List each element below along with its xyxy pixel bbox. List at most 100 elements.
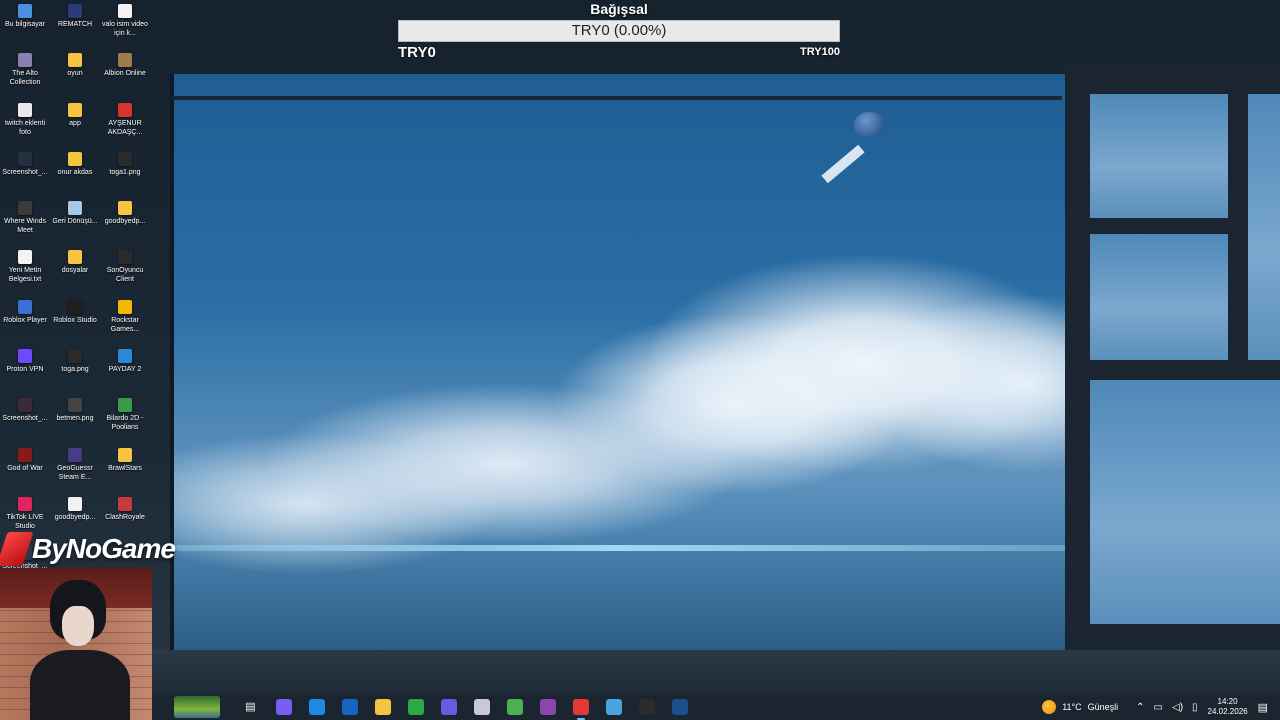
desktop-icon-label: toga.png	[61, 366, 89, 374]
game-icon	[118, 53, 132, 68]
desktop-icon-label: Roblox Studio	[53, 316, 97, 324]
desktop-icon[interactable]: BrawlStars	[100, 446, 150, 495]
taskbar-discord[interactable]	[440, 699, 457, 715]
desktop-icon[interactable]: toga1.png	[100, 150, 150, 199]
image-icon	[18, 151, 32, 166]
widgets-button[interactable]	[174, 696, 220, 718]
desktop-icon[interactable]: Roblox Studio	[50, 298, 100, 347]
desktop-icon[interactable]: goodbyedp...	[100, 199, 150, 248]
desktop-icon-label: Where Winds Meet	[3, 218, 46, 235]
desktop-icon[interactable]: Bilardo 2D - Poolians	[100, 396, 150, 445]
desktop-icon[interactable]: onur akdas	[50, 150, 100, 199]
desktop-icon[interactable]: Geri Dönüşü...	[50, 199, 100, 248]
desktop-icon[interactable]: The Alto Collection	[0, 51, 50, 100]
taskbar-bluestacks[interactable]	[605, 699, 622, 715]
desktop-icon[interactable]: GeoGuessr Steam E...	[50, 446, 100, 495]
game-icon	[118, 250, 132, 265]
taskbar-steam[interactable]	[671, 699, 688, 715]
weather-sun-icon[interactable]	[1042, 700, 1057, 714]
taskbar-copilot[interactable]	[275, 699, 292, 715]
desktop-icon[interactable]: Screenshot_...	[0, 150, 50, 199]
desktop-icon[interactable]: oyun	[50, 51, 100, 100]
wallpaper-sky	[170, 74, 1069, 650]
donation-max-label: TRY100	[800, 46, 840, 58]
taskbar-outlook[interactable]	[341, 699, 358, 715]
desktop-icon[interactable]: Where Winds Meet	[0, 199, 50, 248]
notepad-icon	[506, 699, 523, 715]
desktop-icon-label: ClashRoyale	[105, 513, 145, 521]
rockstar-icon	[118, 299, 132, 314]
game-icon	[18, 53, 32, 68]
desktop-icon[interactable]: toga.png	[50, 347, 100, 396]
desktop-icon-label: Proton VPN	[6, 366, 44, 374]
chevron-up-icon[interactable]: ⌃	[1136, 702, 1144, 713]
recycle-bin-icon	[68, 201, 82, 216]
desktop-icon[interactable]: Bu bilgisayar	[0, 2, 50, 51]
bynogame-logo: ByNoGame	[0, 528, 176, 570]
clock-date: 24.02.2026	[1207, 707, 1248, 716]
desktop-icon[interactable]: Roblox Player	[0, 298, 50, 347]
wallpaper-window-frame	[1065, 62, 1280, 652]
desktop-icon-label: Yeni Metin Belgesi.txt	[8, 267, 42, 284]
clock[interactable]: 14:20 24.02.2026	[1208, 697, 1248, 717]
desktop-icon-label: GeoGuessr Steam E...	[57, 464, 93, 481]
desktop-icon-label: Geri Dönüşü...	[52, 218, 98, 226]
desktop-icon[interactable]: AYŞENUR AKDAŞÇ...	[100, 101, 150, 150]
desktop-icon[interactable]: Rockstar Games...	[100, 298, 150, 347]
weather-temperature[interactable]: 11°C	[1062, 702, 1081, 712]
desktop-wallpaper	[0, 0, 1280, 720]
desktop-icon[interactable]: betmen.png	[50, 396, 100, 445]
image-icon	[118, 151, 132, 166]
desktop-icon[interactable]: twitch eklenti foto	[0, 101, 50, 150]
game-icon	[118, 447, 132, 462]
desktop-icon-label: goodbyedp...	[54, 513, 96, 521]
network-icon[interactable]: ▭	[1154, 702, 1163, 713]
taskbar-obs-like[interactable]	[539, 699, 556, 715]
desktop-icon-label: Bilardo 2D - Poolians	[106, 415, 144, 432]
desktop-icon[interactable]: God of War	[0, 446, 50, 495]
volume-icon[interactable]: ◁)	[1172, 702, 1183, 713]
battery-icon[interactable]: ▯	[1192, 702, 1198, 713]
wind-chime	[854, 112, 884, 136]
desktop-icon[interactable]: Albion Online	[100, 51, 150, 100]
donation-title: Bağışsal	[590, 1, 648, 17]
folder-icon	[118, 201, 132, 216]
taskbar-apps: ▤	[234, 699, 696, 720]
taskbar-store[interactable]	[407, 699, 424, 715]
desktop-icon[interactable]: Screenshot_...	[0, 396, 50, 445]
text-file-icon	[18, 250, 32, 265]
discord-icon	[440, 699, 457, 715]
desktop-icon-label: app	[69, 119, 81, 127]
bynogame-text: ByNoGame	[32, 533, 176, 564]
desktop-icon-label: PAYDAY 2	[108, 366, 142, 374]
taskbar-app-icon[interactable]	[473, 699, 490, 715]
taskbar-edge[interactable]	[308, 699, 325, 715]
desktop-icon-label: BrawlStars	[108, 464, 142, 472]
notifications-icon[interactable]: ▤	[1258, 701, 1268, 714]
game-icon	[68, 447, 82, 462]
desktop-icon[interactable]: app	[50, 101, 100, 150]
desktop-icon[interactable]: Proton VPN	[0, 347, 50, 396]
desktop-icon[interactable]: REMATCH	[50, 2, 100, 51]
outlook-icon	[341, 699, 358, 715]
taskbar-task-view[interactable]: ▤	[243, 699, 259, 715]
desktop-icon[interactable]: SonOyuncu Client	[100, 248, 150, 297]
taskbar-notepad-plus[interactable]	[506, 699, 523, 715]
weather-condition[interactable]: Güneşli	[1088, 702, 1119, 712]
folder-icon	[68, 250, 82, 265]
desktop-icon-label: AYŞENUR AKDAŞÇ...	[107, 119, 143, 136]
taskbar-opera[interactable]	[572, 699, 589, 720]
taskbar-obs[interactable]	[638, 699, 655, 715]
desktop-icon-label: Rockstar Games...	[110, 316, 140, 333]
game-icon	[118, 496, 132, 511]
desktop-icon[interactable]: PAYDAY 2	[100, 347, 150, 396]
roblox-icon	[18, 299, 32, 314]
taskbar-file-explorer[interactable]	[374, 699, 391, 715]
desktop-icon[interactable]: Yeni Metin Belgesi.txt	[0, 248, 50, 297]
edge-icon	[308, 699, 325, 715]
steam-icon	[671, 699, 688, 715]
image-icon	[68, 398, 82, 413]
desktop-icon[interactable]: dosyalar	[50, 248, 100, 297]
wallpaper-window-rail	[172, 96, 1062, 100]
desktop-icon[interactable]: valo isim video için k...	[100, 2, 150, 51]
